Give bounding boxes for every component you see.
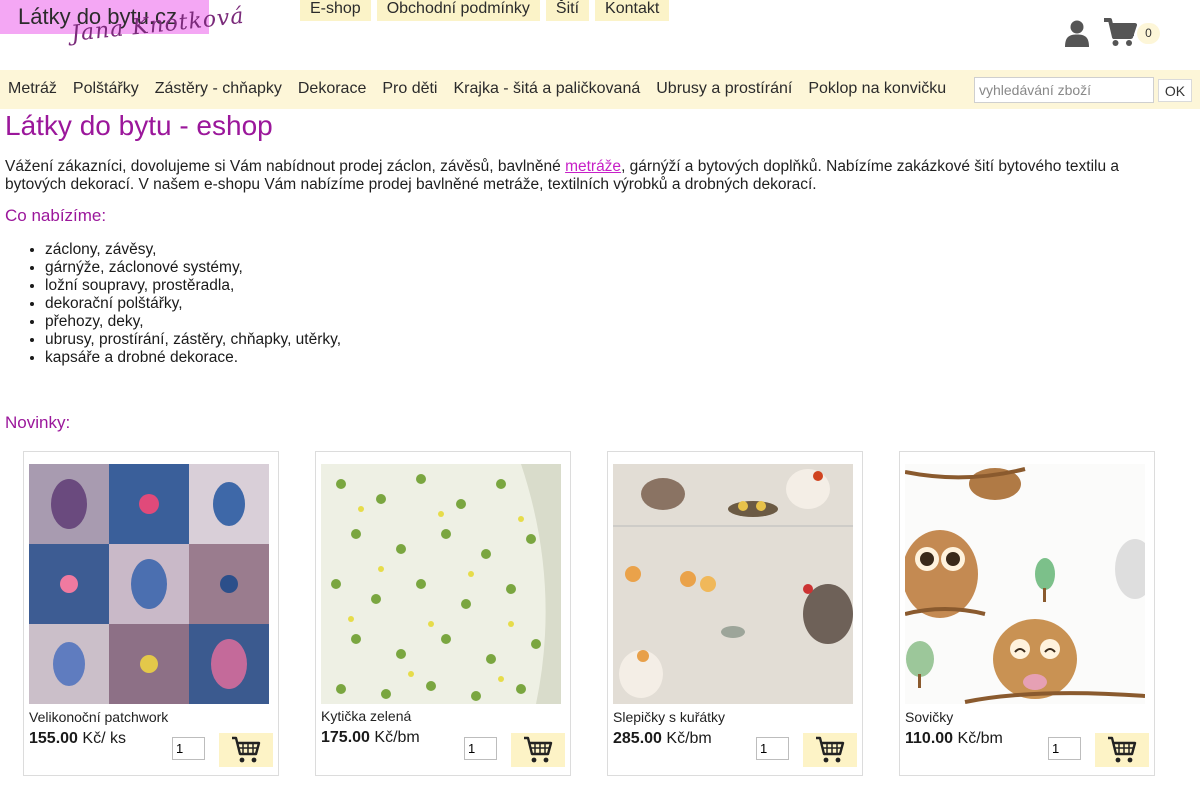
price-unit: Kč/bm [374, 729, 420, 746]
price-value: 175.00 [321, 729, 370, 746]
category-menu: Metráž Polštářky Zástěry - chňapky Dekor… [8, 80, 946, 98]
product-card-kyticka-zelena: Kytička zelená 175.00 Kč/bm [315, 451, 571, 776]
category-dekorace[interactable]: Dekorace [298, 80, 366, 98]
nav-terms[interactable]: Obchodní podmínky [376, 0, 540, 21]
product-card-sovicky: Sovičky 110.00 Kč/bm [899, 451, 1155, 776]
list-item: přehozy, deky, [45, 313, 341, 331]
price-unit: Kč/bm [957, 730, 1003, 747]
product-image[interactable] [905, 464, 1145, 704]
intro-paragraph: Vážení zákazníci, dovolujeme si Vám nabí… [5, 158, 1175, 194]
add-to-cart-button[interactable] [1095, 733, 1149, 767]
price-value: 110.00 [905, 730, 954, 747]
nav-eshop[interactable]: E-shop [300, 0, 371, 21]
add-to-cart-button[interactable] [803, 733, 857, 767]
price-unit: Kč/ ks [82, 730, 126, 747]
list-item: ložní soupravy, prostěradla, [45, 277, 341, 295]
quantity-input[interactable] [172, 737, 205, 760]
shopping-cart-icon[interactable] [1103, 17, 1137, 47]
intro-text-start: Vážení zákazníci, dovolujeme si Vám nabí… [5, 158, 566, 175]
cart-count-badge[interactable]: 0 [1137, 23, 1160, 44]
nav-contact[interactable]: Kontakt [595, 0, 670, 21]
add-to-cart-button[interactable] [219, 733, 273, 767]
search-button[interactable]: OK [1158, 79, 1192, 102]
product-name[interactable]: Sovičky [905, 709, 953, 725]
add-to-cart-icon [232, 736, 261, 763]
offer-list: záclony, závěsy, gárnýže, záclonové syst… [45, 241, 341, 367]
quantity-input[interactable] [756, 737, 789, 760]
product-price: 285.00 Kč/bm [613, 730, 712, 748]
quantity-input[interactable] [1048, 737, 1081, 760]
list-item: dekorační polštářky, [45, 295, 341, 313]
product-image[interactable] [321, 464, 561, 704]
list-item: ubrusy, prostírání, zástěry, chňapky, ut… [45, 331, 341, 349]
add-to-cart-button[interactable] [511, 733, 565, 767]
news-heading: Novinky: [5, 413, 71, 432]
category-zastery-chnapky[interactable]: Zástěry - chňapky [155, 80, 282, 98]
add-to-cart-icon [524, 736, 553, 763]
category-krajka[interactable]: Krajka - šitá a paličkovaná [453, 80, 640, 98]
price-value: 155.00 [29, 730, 78, 747]
product-image[interactable] [29, 464, 269, 704]
page-title: Látky do bytu - eshop [5, 110, 273, 141]
product-name[interactable]: Velikonoční patchwork [29, 709, 168, 725]
search-input[interactable] [974, 77, 1154, 103]
price-unit: Kč/bm [666, 730, 712, 747]
product-price: 110.00 Kč/bm [905, 730, 1003, 748]
list-item: kapsáře a drobné dekorace. [45, 349, 341, 367]
nav-sewing[interactable]: Šití [545, 0, 590, 21]
offer-heading: Co nabízíme: [5, 206, 107, 225]
quantity-input[interactable] [464, 737, 497, 760]
list-item: gárnýže, záclonové systémy, [45, 259, 341, 277]
product-price: 155.00 Kč/ ks [29, 730, 126, 748]
product-card-velikonocni-patchwork: Velikonoční patchwork 155.00 Kč/ ks [23, 451, 279, 776]
price-value: 285.00 [613, 730, 662, 747]
category-pro-deti[interactable]: Pro děti [382, 80, 437, 98]
product-name[interactable]: Slepičky s kuřátky [613, 709, 725, 725]
user-icon[interactable] [1064, 20, 1090, 48]
intro-link-metraz[interactable]: metráže [565, 158, 621, 175]
product-card-slepicky-s-kuratky: Slepičky s kuřátky 285.00 Kč/bm [607, 451, 863, 776]
list-item: záclony, závěsy, [45, 241, 341, 259]
product-image[interactable] [613, 464, 853, 704]
category-ubrusy[interactable]: Ubrusy a prostírání [656, 80, 792, 98]
top-navigation: E-shop Obchodní podmínky Šití Kontakt [300, 0, 670, 21]
category-poklop[interactable]: Poklop na konvičku [808, 80, 946, 98]
add-to-cart-icon [816, 736, 845, 763]
product-name[interactable]: Kytička zelená [321, 708, 411, 724]
product-price: 175.00 Kč/bm [321, 729, 420, 747]
category-polstarky[interactable]: Polštářky [73, 80, 139, 98]
category-metraz[interactable]: Metráž [8, 80, 57, 98]
add-to-cart-icon [1108, 736, 1137, 763]
